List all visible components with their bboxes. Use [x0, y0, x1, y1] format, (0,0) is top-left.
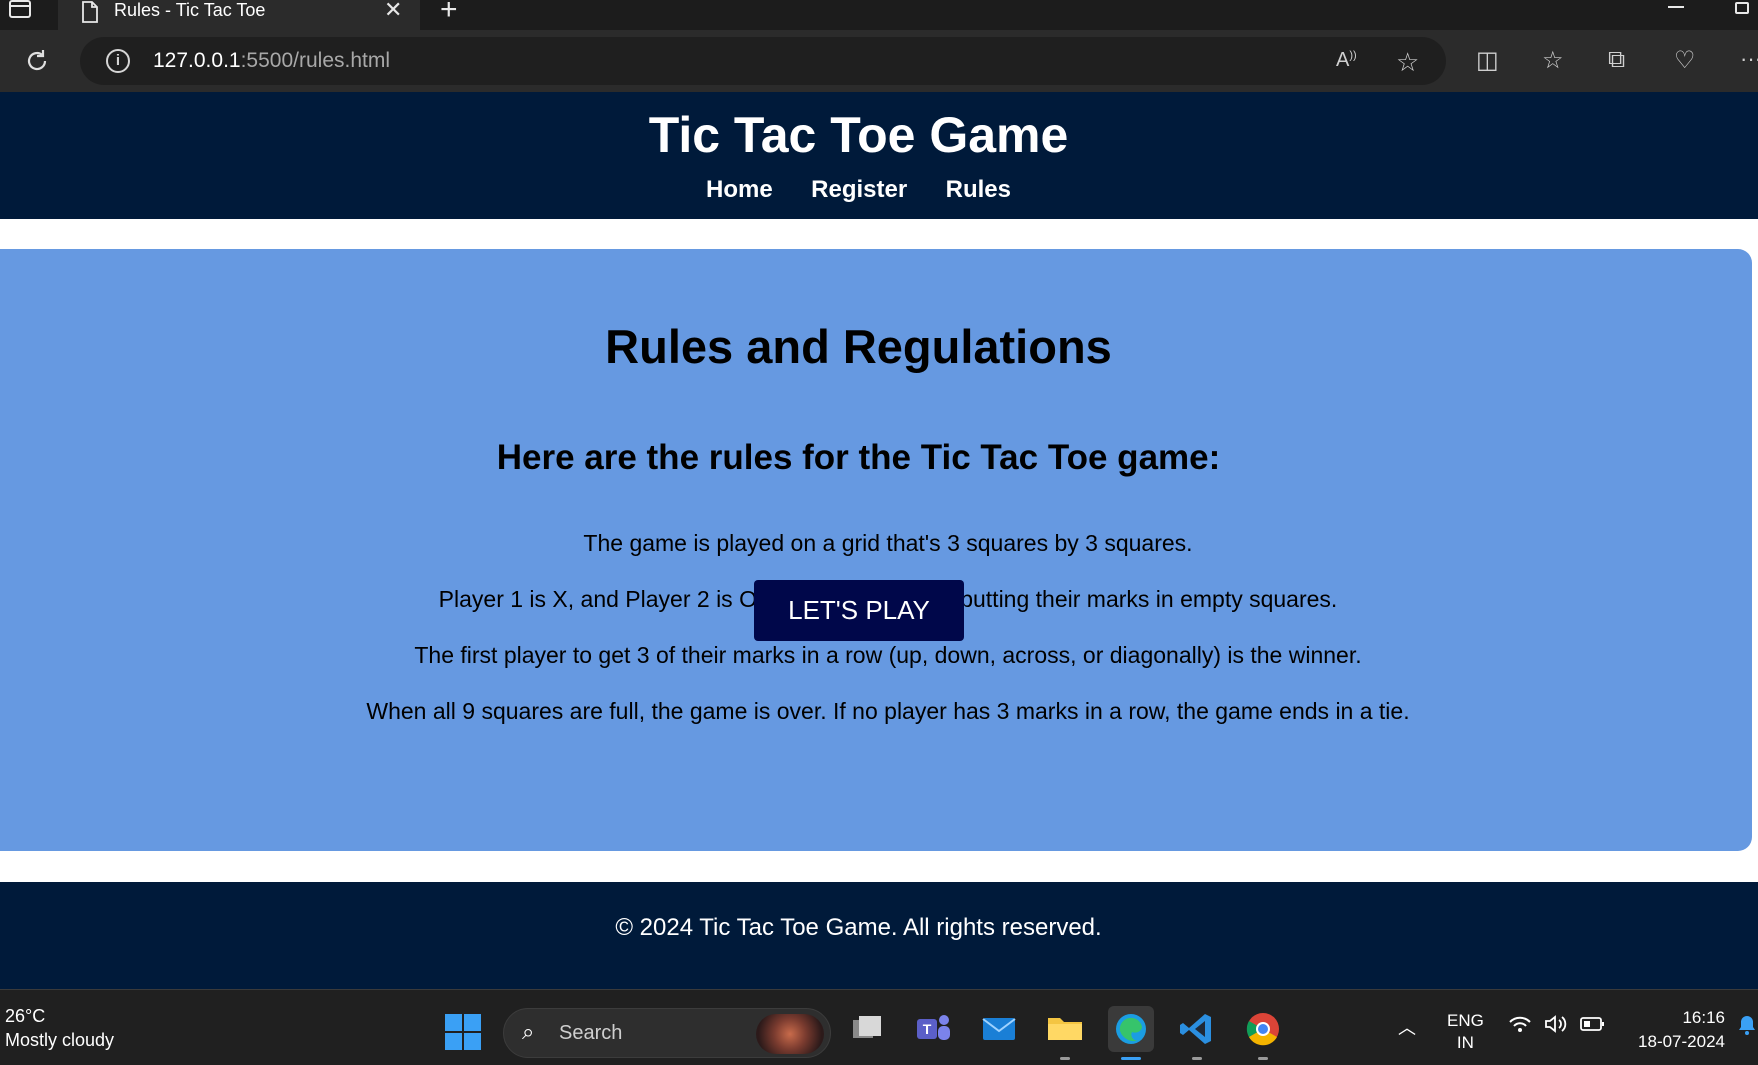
battery-icon[interactable]	[1580, 1014, 1606, 1039]
file-explorer-icon[interactable]	[1042, 1006, 1088, 1060]
site-footer: © 2024 Tic Tac Toe Game. All rights rese…	[0, 882, 1758, 989]
read-aloud-icon[interactable]: A))	[1336, 49, 1357, 72]
site-header: Tic Tac Toe Game Home Register Rules	[0, 92, 1758, 219]
url-path: :5500/rules.html	[240, 49, 391, 72]
collections-icon[interactable]: ⧉	[1608, 46, 1625, 74]
browser-tab-bar: Rules - Tic Tac Toe ✕ +	[0, 0, 1758, 34]
edge-browser-icon[interactable]	[1108, 1006, 1154, 1060]
notifications-icon[interactable]	[1736, 1014, 1758, 1041]
clock-time: 16:16	[1682, 1008, 1725, 1027]
system-clock[interactable]: 16:16 18-07-2024	[1630, 1006, 1725, 1054]
teams-icon[interactable]: T	[910, 1006, 956, 1052]
rule-item: When all 9 squares are full, the game is…	[366, 698, 1410, 724]
volume-icon[interactable]	[1544, 1014, 1568, 1039]
tab-actions-icon[interactable]	[8, 0, 32, 22]
region-code: IN	[1456, 1033, 1474, 1052]
add-favorite-icon[interactable]: ☆	[1396, 47, 1419, 78]
page-viewport: Tic Tac Toe Game Home Register Rules Rul…	[0, 92, 1758, 989]
rules-section: Rules and Regulations Here are the rules…	[0, 249, 1752, 851]
windows-start-icon[interactable]	[445, 1014, 481, 1050]
wifi-icon[interactable]	[1508, 1014, 1532, 1039]
language-code: ENG	[1447, 1011, 1484, 1030]
split-screen-icon[interactable]: ◫	[1476, 46, 1499, 75]
copyright-text: © 2024 Tic Tac Toe Game. All rights rese…	[615, 914, 1102, 941]
running-indicator	[1060, 1057, 1070, 1060]
search-icon: ⌕	[522, 1019, 535, 1044]
nav-register-link[interactable]: Register	[811, 176, 907, 204]
language-indicator[interactable]: ENG IN	[1447, 1010, 1484, 1054]
browser-tab-active[interactable]: Rules - Tic Tac Toe ✕	[58, 0, 420, 34]
lets-play-button[interactable]: LET'S PLAY	[754, 580, 964, 641]
chrome-icon[interactable]	[1240, 1006, 1286, 1060]
site-title: Tic Tac Toe Game	[648, 107, 1069, 163]
browser-essentials-icon[interactable]: ♡	[1674, 46, 1696, 75]
weather-description[interactable]: Mostly cloudy	[5, 1030, 114, 1051]
weather-temperature[interactable]: 26°C	[5, 1006, 45, 1027]
rules-list: The game is played on a grid that's 3 sq…	[0, 529, 1758, 753]
rules-heading: Rules and Regulations	[605, 320, 1112, 373]
main-nav: Home Register Rules	[0, 176, 1717, 204]
rule-item: The game is played on a grid that's 3 sq…	[583, 530, 1193, 556]
running-indicator	[1258, 1057, 1268, 1060]
restore-window-icon[interactable]	[1735, 2, 1749, 14]
rules-subheading: Here are the rules for the Tic Tac Toe g…	[496, 438, 1221, 477]
search-label: Search	[559, 1022, 623, 1044]
taskbar: 26°C Mostly cloudy ⌕ Search T ︿ ENG IN 1…	[0, 989, 1758, 1065]
svg-text:T: T	[923, 1021, 932, 1037]
new-tab-icon[interactable]: +	[440, 0, 458, 25]
minimize-window-icon[interactable]	[1668, 6, 1684, 8]
page-icon	[82, 1, 98, 23]
search-highlight-image	[756, 1014, 824, 1054]
close-tab-icon[interactable]: ✕	[384, 0, 402, 21]
vscode-icon[interactable]	[1174, 1006, 1220, 1060]
tab-title: Rules - Tic Tac Toe	[114, 0, 266, 20]
rule-item: The first player to get 3 of their marks…	[414, 642, 1362, 668]
more-menu-icon[interactable]: ···	[1740, 46, 1758, 72]
mail-icon[interactable]	[976, 1006, 1022, 1052]
site-info-icon[interactable]: i	[106, 49, 130, 73]
taskbar-search[interactable]: ⌕ Search	[503, 1008, 831, 1058]
clock-date: 18-07-2024	[1638, 1032, 1725, 1051]
running-indicator	[1192, 1057, 1202, 1060]
url-text[interactable]: 127.0.0.1:5500/rules.html	[153, 49, 390, 73]
active-indicator	[1121, 1057, 1141, 1060]
task-view-icon[interactable]	[844, 1006, 890, 1052]
nav-home-link[interactable]: Home	[706, 176, 773, 204]
address-bar[interactable]: i 127.0.0.1:5500/rules.html A)) ☆	[80, 37, 1446, 85]
browser-toolbar: i 127.0.0.1:5500/rules.html A)) ☆ ◫ ☆ ⧉ …	[0, 30, 1758, 92]
favorites-icon[interactable]: ☆	[1542, 46, 1564, 75]
reload-icon[interactable]	[24, 48, 50, 74]
show-hidden-icons-icon[interactable]: ︿	[1398, 1014, 1416, 1040]
url-host: 127.0.0.1	[153, 49, 241, 72]
nav-rules-link[interactable]: Rules	[946, 176, 1011, 204]
